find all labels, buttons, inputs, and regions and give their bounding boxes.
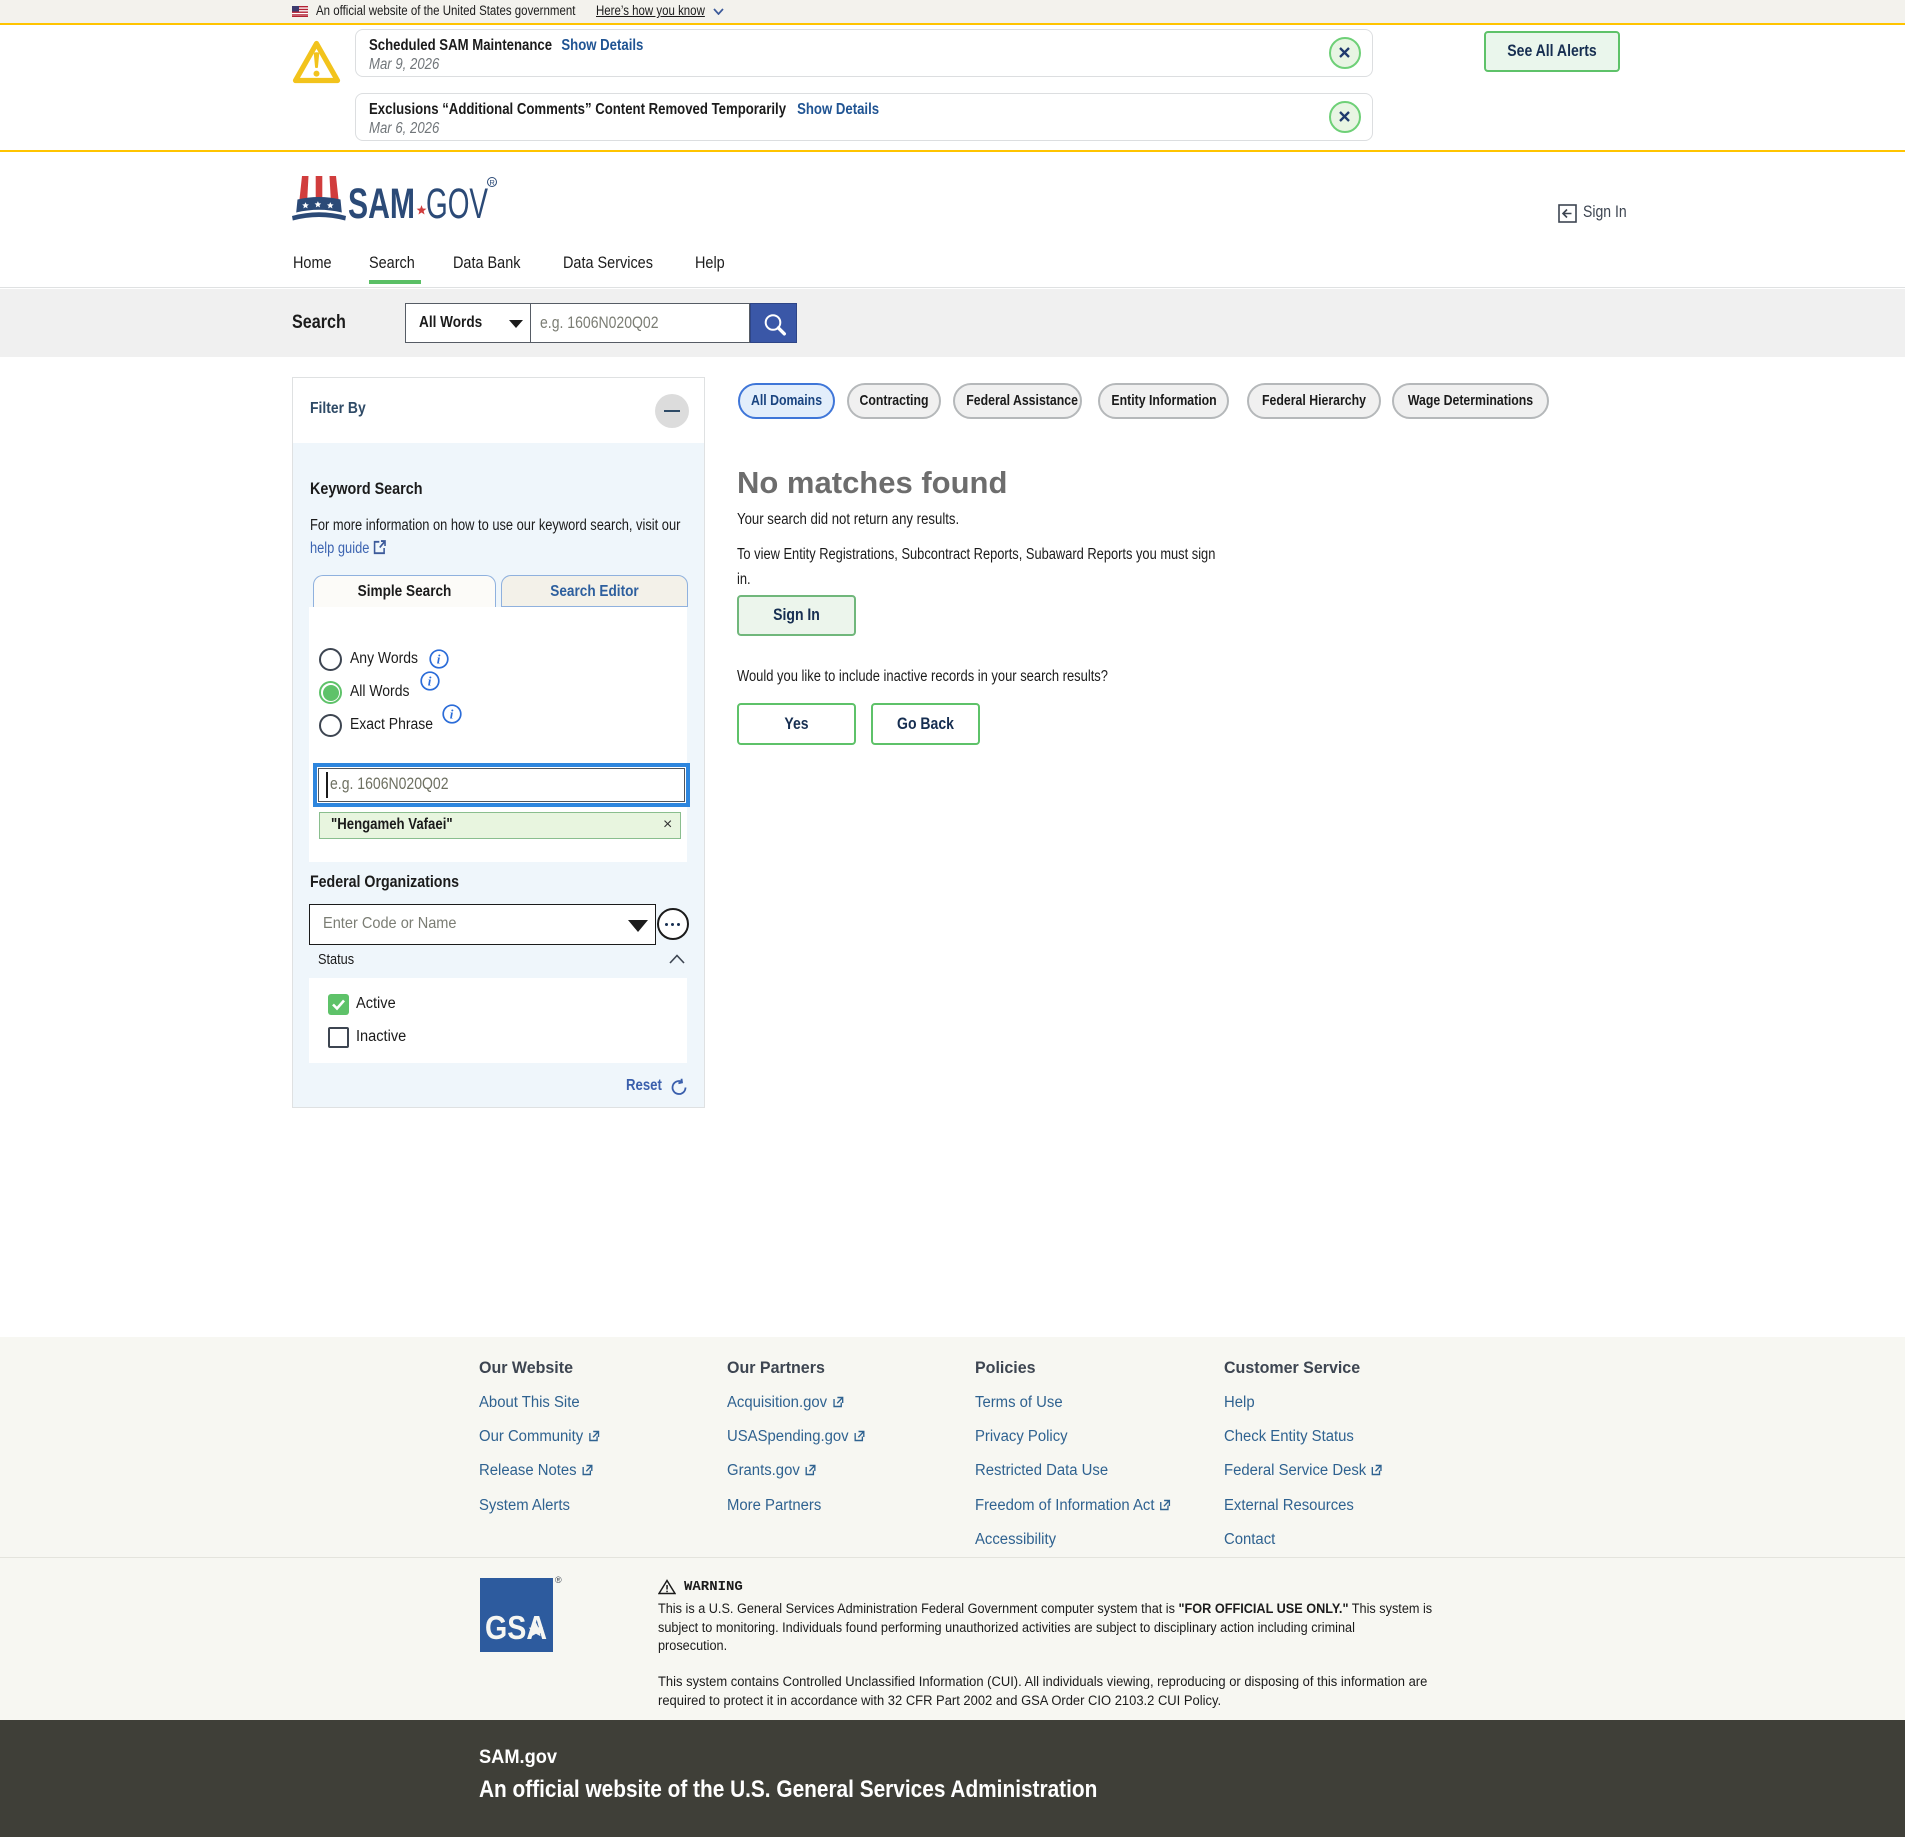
svg-text:SAM: SAM xyxy=(348,180,415,226)
svg-text:R: R xyxy=(489,178,495,187)
svg-text:i: i xyxy=(450,707,454,722)
svg-text:i: i xyxy=(428,674,432,689)
svg-text:i: i xyxy=(437,652,441,667)
svg-text:GOV: GOV xyxy=(426,180,488,226)
